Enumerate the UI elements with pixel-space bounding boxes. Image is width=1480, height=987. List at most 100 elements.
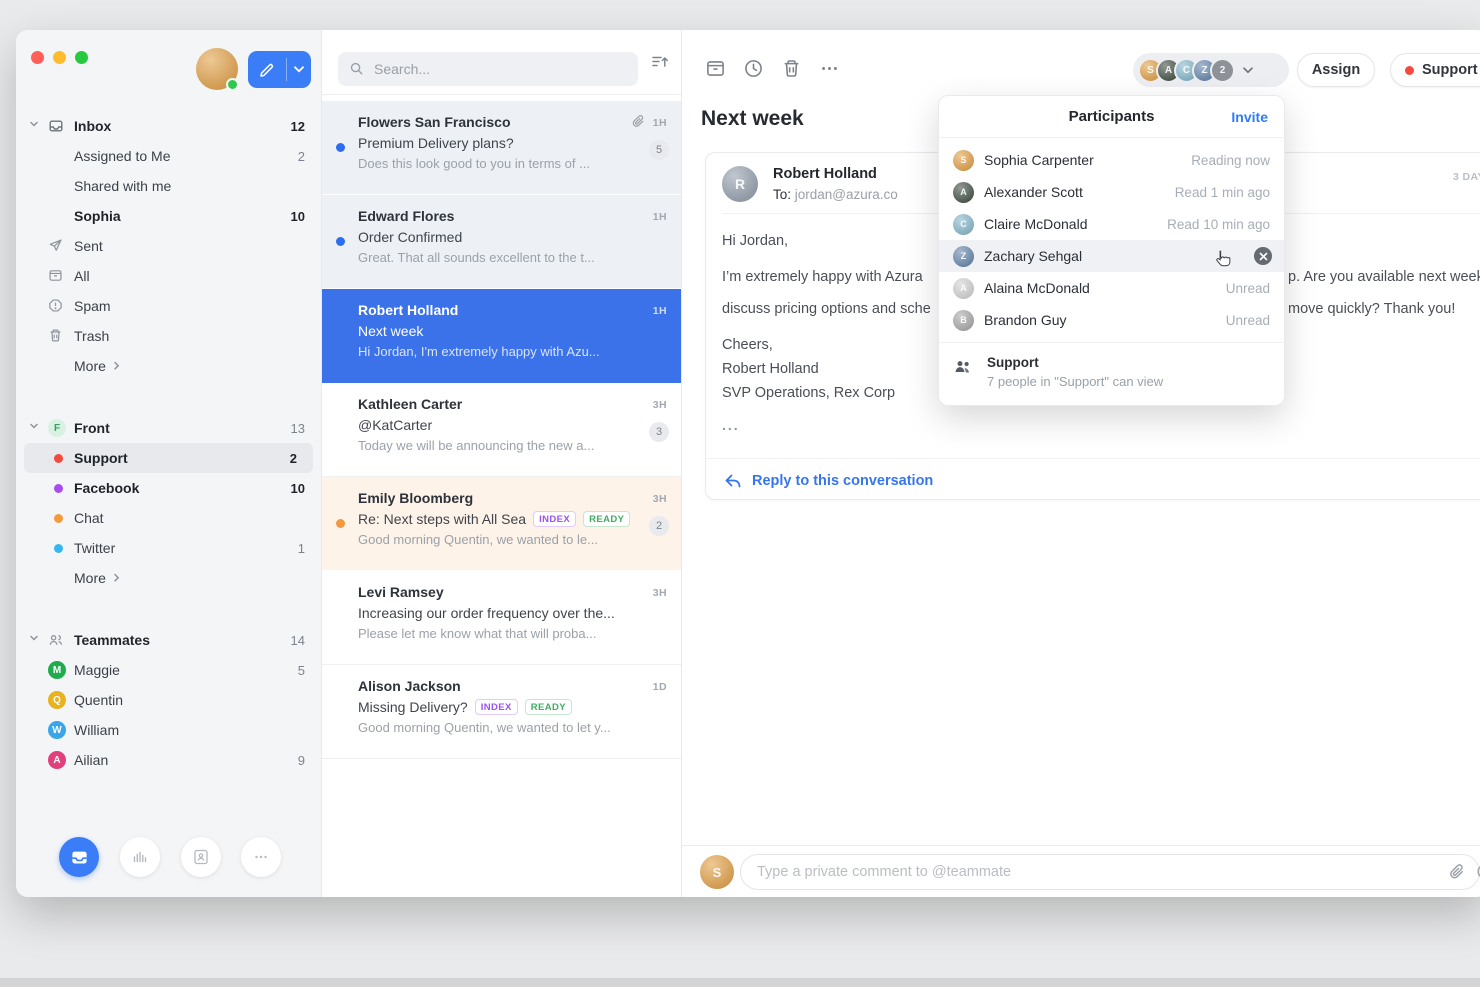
attachment-icon[interactable] (1448, 863, 1465, 881)
sidebar-item-assigned-to-me[interactable]: Assigned to Me 2 (16, 141, 321, 171)
sidebar-item-twitter[interactable]: Twitter 1 (16, 533, 321, 563)
minimize-window-button[interactable] (53, 51, 66, 64)
participants-popover: Participants Invite S Sophia Carpenter R… (938, 95, 1285, 406)
group-people-icon (954, 359, 973, 375)
quoted-text-expander[interactable]: ... (722, 417, 740, 433)
front-section: F Front 13 Support 2 Facebook 10 Chat Tw… (16, 413, 321, 593)
email-row-robert-holland[interactable]: Robert Holland 1H Next week Hi Jordan, I… (322, 289, 681, 383)
message-body-line2: discuss pricing options and sche (722, 301, 931, 317)
collapse-caret-icon[interactable] (29, 119, 39, 129)
avatar-overflow-count: 2 (1210, 58, 1235, 83)
chat-channel-dot (54, 514, 63, 523)
archive-icon[interactable] (705, 58, 726, 79)
tag-index: INDEX (533, 511, 576, 527)
message-greeting: Hi Jordan, (722, 233, 788, 249)
sidebar-item-ailian[interactable]: A Ailian 9 (16, 745, 321, 775)
sidebar-item-shared-with-me[interactable]: Shared with me (16, 171, 321, 201)
close-window-button[interactable] (31, 51, 44, 64)
private-comment-input[interactable] (740, 854, 1480, 890)
email-row-flowers-san-francisco[interactable]: Flowers San Francisco 1H Premium Deliver… (322, 101, 681, 195)
email-list-panel: Flowers San Francisco 1H Premium Deliver… (322, 30, 682, 897)
sidebar-item-front-more[interactable]: More (16, 563, 321, 593)
desktop-background: Inbox 12 Assigned to Me 2 Shared with me… (0, 0, 1480, 987)
mouse-cursor-pointer (1211, 248, 1233, 270)
participant-row-sophia[interactable]: S Sophia Carpenter Reading now (939, 144, 1284, 176)
sidebar-item-front[interactable]: F Front 13 (16, 413, 321, 443)
participant-row-alaina[interactable]: A Alaina McDonald Unread (939, 272, 1284, 304)
emoji-icon[interactable] (1476, 863, 1480, 880)
sidebar-item-inbox[interactable]: Inbox 12 (16, 111, 321, 141)
unread-dot (336, 519, 345, 528)
participants-avatar-stack[interactable]: S A C Z 2 (1133, 53, 1289, 87)
trash-icon[interactable] (781, 58, 802, 79)
participant-row-claire[interactable]: C Claire McDonald Read 10 min ago (939, 208, 1284, 240)
sort-icon[interactable] (651, 54, 669, 70)
search-box (338, 52, 638, 86)
front-workspace-badge: F (48, 419, 66, 437)
contacts-button[interactable] (181, 837, 221, 877)
message-count-badge: 3 (649, 422, 669, 442)
search-icon (349, 61, 364, 76)
sidebar-item-william[interactable]: W William (16, 715, 321, 745)
compose-button[interactable] (248, 51, 311, 88)
email-row-kathleen-carter[interactable]: Kathleen Carter 3H @KatCarter 3 Today we… (322, 383, 681, 477)
attachment-icon (631, 114, 645, 129)
invite-link[interactable]: Invite (1231, 109, 1268, 125)
reply-link[interactable]: Reply to this conversation (724, 473, 933, 489)
chevron-down-icon[interactable] (287, 66, 311, 73)
inbox-icon (48, 118, 64, 134)
user-avatar[interactable] (196, 48, 238, 90)
inbox-view-button[interactable] (59, 837, 99, 877)
zoom-window-button[interactable] (75, 51, 88, 64)
snooze-clock-icon[interactable] (743, 58, 764, 79)
sidebar-item-chat[interactable]: Chat (16, 503, 321, 533)
email-row-alison-jackson[interactable]: Alison Jackson 1D Missing Delivery? INDE… (322, 665, 681, 759)
collapse-caret-icon[interactable] (29, 421, 39, 431)
email-row-emily-bloomberg[interactable]: Emily Bloomberg 3H Re: Next steps with A… (322, 477, 681, 571)
support-group-row[interactable]: Support 7 people in "Support" can view (939, 343, 1284, 405)
more-apps-button[interactable] (241, 837, 281, 877)
avatar-alaina: A (953, 278, 974, 299)
message-signature-name: Robert Holland (722, 361, 819, 377)
sidebar-item-support[interactable]: Support 2 (24, 443, 313, 473)
window-controls (31, 51, 88, 64)
sidebar-item-quentin[interactable]: Q Quentin (16, 685, 321, 715)
search-row (322, 30, 681, 95)
chevron-down-icon (1243, 67, 1253, 74)
sidebar-item-inbox-more[interactable]: More (16, 351, 321, 381)
email-rows: Flowers San Francisco 1H Premium Deliver… (322, 95, 681, 759)
sidebar-item-teammates[interactable]: Teammates 14 (16, 625, 321, 655)
popover-title: Participants (1069, 108, 1155, 125)
assign-button[interactable]: Assign (1297, 53, 1375, 87)
message-recipient: To: jordan@azura.co (773, 187, 898, 202)
email-row-levi-ramsey[interactable]: Levi Ramsey 3H Increasing our order freq… (322, 571, 681, 665)
pencil-icon (248, 62, 286, 78)
message-timestamp: 3 DAYS (1453, 171, 1480, 183)
ellipsis-icon (252, 848, 270, 866)
collapse-caret-icon[interactable] (29, 633, 39, 643)
search-input[interactable] (374, 52, 624, 86)
sidebar-item-spam[interactable]: Spam (16, 291, 321, 321)
analytics-button[interactable] (120, 837, 160, 877)
participant-row-brandon[interactable]: B Brandon Guy Unread (939, 304, 1284, 336)
sidebar-item-sophia[interactable]: Sophia 10 (16, 201, 321, 231)
chevron-right-icon (113, 361, 121, 371)
bar-chart-icon (131, 848, 149, 866)
sidebar-item-facebook[interactable]: Facebook 10 (16, 473, 321, 503)
tag-ready: READY (583, 511, 630, 527)
sidebar-item-maggie[interactable]: M Maggie 5 (16, 655, 321, 685)
remove-participant-button[interactable] (1254, 247, 1272, 265)
inbox-selector-button[interactable]: Support (1390, 53, 1480, 87)
more-options-icon[interactable] (819, 58, 840, 79)
sidebar-item-trash[interactable]: Trash (16, 321, 321, 351)
sidebar-item-all[interactable]: All (16, 261, 321, 291)
message-count-badge: 5 (649, 140, 669, 160)
participant-row-alexander[interactable]: A Alexander Scott Read 1 min ago (939, 176, 1284, 208)
ailian-avatar: A (48, 751, 66, 769)
sidebar-item-sent[interactable]: Sent (16, 231, 321, 261)
unread-dot (336, 237, 345, 246)
inbox-icon (70, 848, 89, 867)
sender-avatar: R (722, 166, 758, 202)
email-row-edward-flores[interactable]: Edward Flores 1H Order Confirmed Great. … (322, 195, 681, 289)
popover-header: Participants Invite (939, 96, 1284, 138)
